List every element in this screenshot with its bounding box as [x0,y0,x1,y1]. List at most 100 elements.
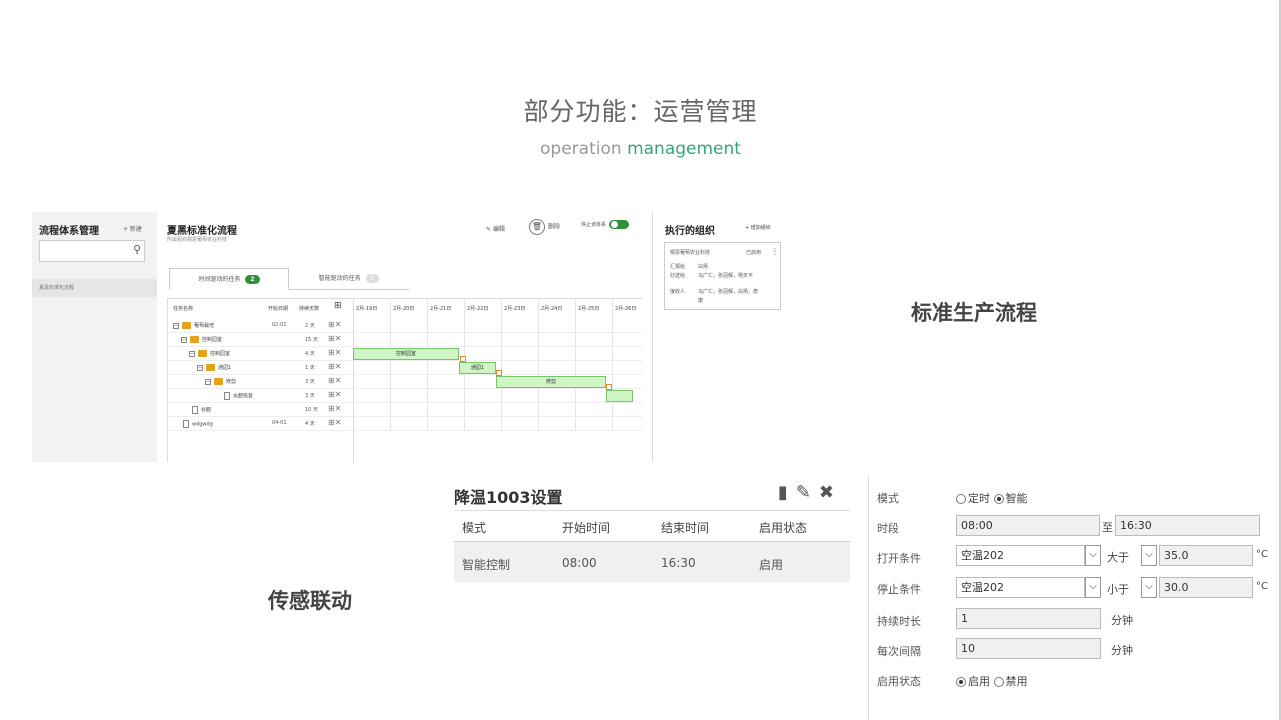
task-duration: 2 天 [305,323,315,329]
orgs-panel: 执行的组织 + 增加组织 桐思葡萄农业科技 已启用 ⋮ 汇报给 白扬 抄送给 马… [652,212,781,462]
radio-smart[interactable] [993,494,1004,504]
reporter-value: 白扬 [698,264,709,270]
cell-status: 启用 [759,558,784,572]
add-org-button[interactable]: + 增加组织 [745,224,771,231]
sidebar-item-process[interactable]: 夏黑标准化流程 [32,279,157,297]
gantt-bar[interactable]: 通园1 [459,362,496,374]
tab-count-badge: 2 [245,275,260,284]
document-icon [192,406,198,414]
pencil-icon[interactable]: ✎ [796,482,819,503]
close-icon[interactable]: ✕ [335,404,342,413]
table-row[interactable]: 补肥 10 天 ⊞✕ [168,403,643,417]
collapse-icon[interactable]: − [173,322,179,329]
open-sensor-select[interactable]: 空温202 [956,545,1085,566]
day-header: 2月-25日 [578,306,600,312]
edit-label: 编辑 [492,226,505,233]
radio-enable[interactable] [956,677,966,687]
sensor-linkage-label: 传感联动 [268,589,352,613]
search-icon[interactable]: ⚲ [133,243,141,256]
edit-button[interactable]: ✎ 编辑 [486,224,505,233]
row-actions: ⊞✕ [328,362,341,371]
period-end-input[interactable]: 16:30 [1115,515,1260,536]
collapse-icon[interactable]: − [197,364,203,371]
clipboard-icon[interactable]: ▮ [778,482,796,503]
tab-smart-driven[interactable]: 智能驱动的任务 0 [289,268,409,290]
table-row[interactable]: − 葡萄栽培 02-01 2 天 ⊞✕ [168,319,643,333]
chevron-down-icon[interactable]: ⌵ [1141,577,1157,598]
close-icon[interactable]: ✕ [335,334,342,343]
page-subtitle: operation management [0,139,1281,159]
delete-button[interactable]: 🗑 删除 [529,219,560,235]
add-task-icon[interactable]: ⊞ [334,301,342,311]
row-actions: ⊞✕ [328,376,341,385]
stop-sensor-select[interactable]: 空温202 [956,577,1085,598]
more-icon[interactable]: ⋮ [771,247,779,256]
tab-label: 智能驱动的任务 [318,275,361,282]
add-icon[interactable]: ⊞ [328,320,335,329]
close-icon[interactable]: ✕ [335,348,342,357]
radio-disable[interactable] [993,677,1004,687]
collapse-icon[interactable]: − [181,336,187,343]
document-icon [224,392,230,400]
row-actions: ⊞✕ [328,418,341,427]
task-name: 水肥恢复 [224,392,253,400]
subtitle-prefix: operation [540,139,628,159]
gantt-bar[interactable]: 修剪 [496,376,606,388]
gantt-bar[interactable] [606,390,633,402]
duration-unit: 分钟 [1111,614,1133,627]
task-tabs: 时间驱动的任务 2 智能驱动的任务 0 [169,268,409,290]
collapse-icon[interactable]: − [189,350,195,357]
status-radio-group: 启用 禁用 [956,673,1028,689]
temp-unit: °C [1256,549,1268,560]
stop-op-select[interactable]: 小于 [1107,581,1129,597]
stop-system-toggle[interactable]: 停止该体系 [581,220,630,229]
close-icon[interactable]: ✕ [335,320,342,329]
stop-value-input[interactable]: 30.0 [1159,577,1253,598]
folder-icon [182,322,191,329]
col-status: 启用状态 [759,521,808,535]
radio-timed[interactable] [956,494,966,504]
chevron-down-icon[interactable]: ⌵ [1085,545,1101,566]
table-row[interactable]: − 控制园室 15 天 ⊞✕ [168,333,643,347]
cell-start-time: 08:00 [562,556,597,570]
close-icon[interactable]: ✕ [335,390,342,399]
close-icon[interactable]: ✕ [335,376,342,385]
close-icon[interactable]: ✕ [335,418,342,427]
table-row[interactable]: − 通园1 1 天 ⊞✕ [168,361,643,375]
duration-label: 持续时长 [877,615,921,628]
stop-label: 停止该体系 [581,222,607,228]
open-value-input[interactable]: 35.0 [1159,545,1253,566]
new-process-button[interactable]: + 新建 [123,224,142,233]
interval-unit: 分钟 [1111,644,1133,657]
tab-time-driven[interactable]: 时间驱动的任务 2 [169,268,289,290]
collapse-icon[interactable]: − [205,378,211,385]
add-icon[interactable]: ⊞ [328,348,335,357]
receiver-value: 马广仁，张冠辉，白扬，唐 [698,289,759,295]
edit-icon: ✎ [486,226,492,233]
chevron-down-icon[interactable]: ⌵ [1141,545,1157,566]
add-icon[interactable]: ⊞ [328,376,335,385]
mode-label: 模式 [877,492,899,505]
open-op-select[interactable]: 大于 [1107,549,1129,565]
close-icon[interactable]: ✖ [819,482,842,503]
add-icon[interactable]: ⊞ [328,418,335,427]
gantt-bar[interactable]: 控制园室 [353,348,459,360]
toggle-switch[interactable] [609,220,630,229]
task-label: 葡萄栽培 [194,323,215,329]
add-icon[interactable]: ⊞ [328,334,335,343]
duration-input[interactable]: 1 [956,608,1101,629]
table-row[interactable]: 水肥恢复 3 天 ⊞✕ [168,389,643,403]
search-input[interactable]: ⚲ [39,240,145,262]
org-card[interactable]: 桐思葡萄农业科技 已启用 ⋮ 汇报给 白扬 抄送给 马广仁，张冠辉，杨天平 接收… [664,242,781,310]
table-row[interactable] [454,542,850,582]
add-icon[interactable]: ⊞ [328,390,335,399]
add-icon[interactable]: ⊞ [328,362,335,371]
close-icon[interactable]: ✕ [335,362,342,371]
task-start: 04-01 [272,420,287,426]
add-icon[interactable]: ⊞ [328,404,335,413]
interval-input[interactable]: 10 [956,638,1101,659]
chevron-down-icon[interactable]: ⌵ [1085,577,1101,598]
org-status: 已启用 [746,250,762,256]
table-row[interactable]: wdgwdg 04-01 4 天 ⊞✕ [168,417,643,431]
period-start-input[interactable]: 08:00 [956,515,1100,536]
